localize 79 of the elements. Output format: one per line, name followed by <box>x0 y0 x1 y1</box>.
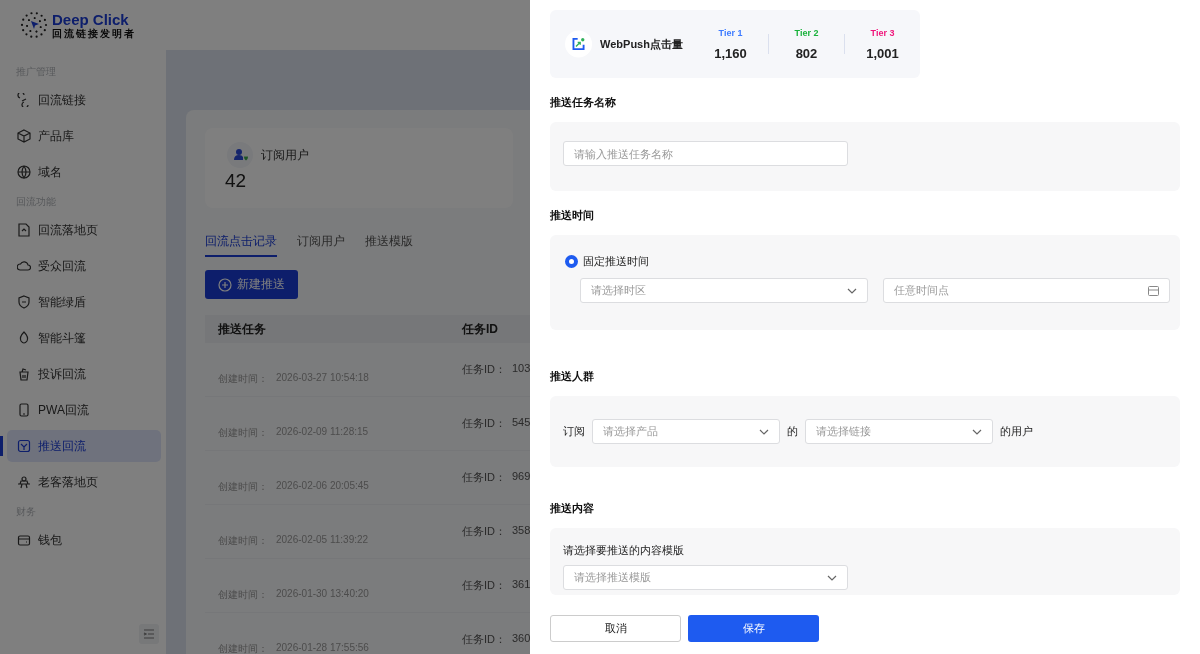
tab[interactable]: 推送模版 <box>365 233 413 257</box>
task-id-label: 任务ID： <box>462 578 506 593</box>
product-select[interactable]: 请选择产品 <box>592 419 780 444</box>
task-id: 545 <box>512 416 530 430</box>
task-id-label: 任务ID： <box>462 416 506 431</box>
section-title: 推送内容 <box>550 501 595 516</box>
task-id-label: 任务ID： <box>462 632 506 647</box>
tier-label: Tier 2 <box>794 27 819 38</box>
column-header: 任务ID <box>462 320 499 338</box>
tier-value: 802 <box>795 45 818 61</box>
timezone-select[interactable]: 请选择时区 <box>580 278 868 303</box>
tier-label: Tier 3 <box>870 27 895 38</box>
subscribe-text: 订阅 <box>563 424 585 439</box>
task-id: 103 <box>512 362 530 376</box>
plus-icon <box>218 277 232 292</box>
user-icon <box>227 142 253 168</box>
tier-value: 1,001 <box>866 45 899 61</box>
sidebar-item[interactable]: 回流链接 <box>7 84 161 116</box>
tab[interactable]: 回流点击记录 <box>205 233 277 257</box>
sidebar-item[interactable]: 受众回流 <box>7 250 161 282</box>
tier-label: Tier 1 <box>718 27 743 38</box>
summary-title: WebPush点击量 <box>600 36 684 52</box>
tab[interactable]: 订阅用户 <box>297 233 345 257</box>
task-id-label: 任务ID： <box>462 470 506 485</box>
sidebar-item[interactable]: 智能斗篷 <box>7 322 161 354</box>
page-icon <box>17 223 31 237</box>
logo-name: Deep Click <box>52 11 130 27</box>
sidebar-item[interactable]: 投诉回流 <box>7 358 161 390</box>
radio-label[interactable]: 固定推送时间 <box>583 254 649 269</box>
section-title: 推送任务名称 <box>550 95 617 110</box>
section-title: 推送时间 <box>550 208 595 223</box>
task-name-field[interactable]: 请输入推送任务名称 <box>563 141 848 166</box>
stat-label: 订阅用户 <box>261 146 309 164</box>
chevron-down-icon <box>759 428 769 435</box>
calendar-icon <box>1148 285 1159 296</box>
shield-icon <box>17 295 31 309</box>
sidebar-item[interactable]: 钱包 <box>7 524 161 556</box>
template-select[interactable]: 请选择推送模版 <box>563 565 848 590</box>
task-id-label: 任务ID： <box>462 524 506 539</box>
task-id: 360 <box>512 632 530 646</box>
connector-text: 的 <box>787 424 798 439</box>
time-picker[interactable]: 任意时间点 <box>882 278 1170 303</box>
task-id-label: 任务ID： <box>462 362 506 377</box>
task-id: 358 <box>512 524 530 538</box>
section-title: 推送人群 <box>550 369 595 384</box>
task-id: 969 <box>512 470 530 484</box>
column-header: 推送任务 <box>217 320 267 338</box>
wallet-icon <box>17 533 31 547</box>
sidebar-item[interactable]: 产品库 <box>7 120 161 152</box>
sidebar-item[interactable]: 老客落地页 <box>7 466 161 498</box>
logo-icon <box>20 11 48 39</box>
save-button[interactable]: 保存 <box>688 615 819 642</box>
flame-icon <box>17 331 31 345</box>
sidebar-item[interactable]: PWA回流 <box>7 394 161 426</box>
radio-button[interactable] <box>565 255 578 268</box>
chart-click-icon <box>565 28 593 60</box>
chevron-down-icon <box>846 287 857 294</box>
chevron-down-icon <box>972 428 982 435</box>
cube-icon <box>17 129 31 143</box>
new-push-button[interactable]: 新建推送 <box>205 270 298 299</box>
users-text: 的用户 <box>1000 424 1033 439</box>
sidebar-item[interactable]: 回流落地页 <box>7 214 161 246</box>
tier-value: 1,160 <box>714 45 747 61</box>
template-label: 请选择要推送的内容模版 <box>563 543 685 558</box>
link-select[interactable]: 请选择链接 <box>805 419 993 444</box>
task-id: 361 <box>512 578 530 592</box>
sidebar-item[interactable]: 域名 <box>7 156 161 188</box>
globe-icon <box>17 165 31 179</box>
bin-icon <box>17 367 31 381</box>
cloud-icon <box>17 259 31 273</box>
stat-value: 42 <box>225 170 248 192</box>
cancel-button[interactable]: 取消 <box>550 615 681 642</box>
phone-icon <box>17 403 31 417</box>
backdrop-overlay[interactable] <box>0 0 530 654</box>
chevron-down-icon <box>827 574 837 581</box>
collapse-menu-icon[interactable] <box>139 624 159 644</box>
sidebar-item[interactable]: 智能绿盾 <box>7 286 161 318</box>
person-icon <box>17 475 31 489</box>
logo-tagline: 回流链接发明者 <box>52 28 136 39</box>
